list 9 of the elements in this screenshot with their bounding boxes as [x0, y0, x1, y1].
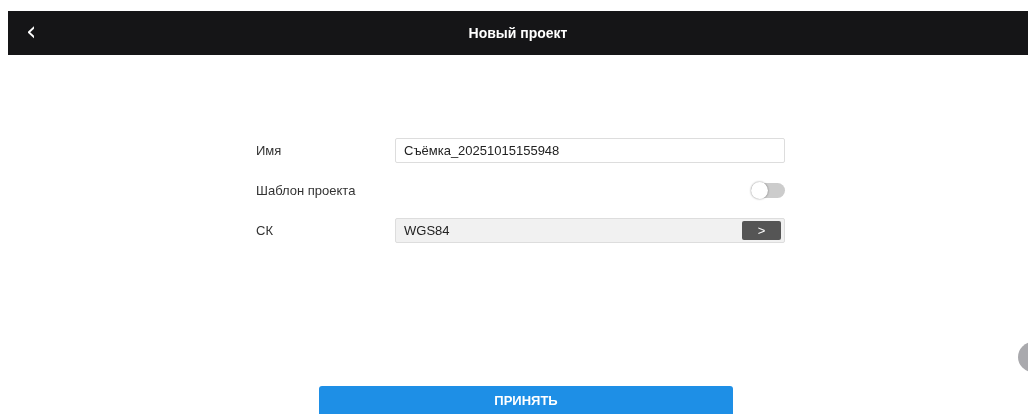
- name-field[interactable]: Съёмка_20251015155948: [395, 137, 785, 163]
- field-label: Имя: [256, 142, 283, 158]
- field-label: СК: [256, 222, 274, 238]
- field-label: Шаблон проекта: [256, 182, 357, 198]
- select-button[interactable]: >: [742, 220, 781, 240]
- screen-title: Новый проект: [468, 25, 568, 41]
- back-button[interactable]: ‹: [26, 18, 37, 48]
- crs-field[interactable]: WGS84 >: [395, 217, 785, 243]
- template-toggle[interactable]: [751, 182, 785, 198]
